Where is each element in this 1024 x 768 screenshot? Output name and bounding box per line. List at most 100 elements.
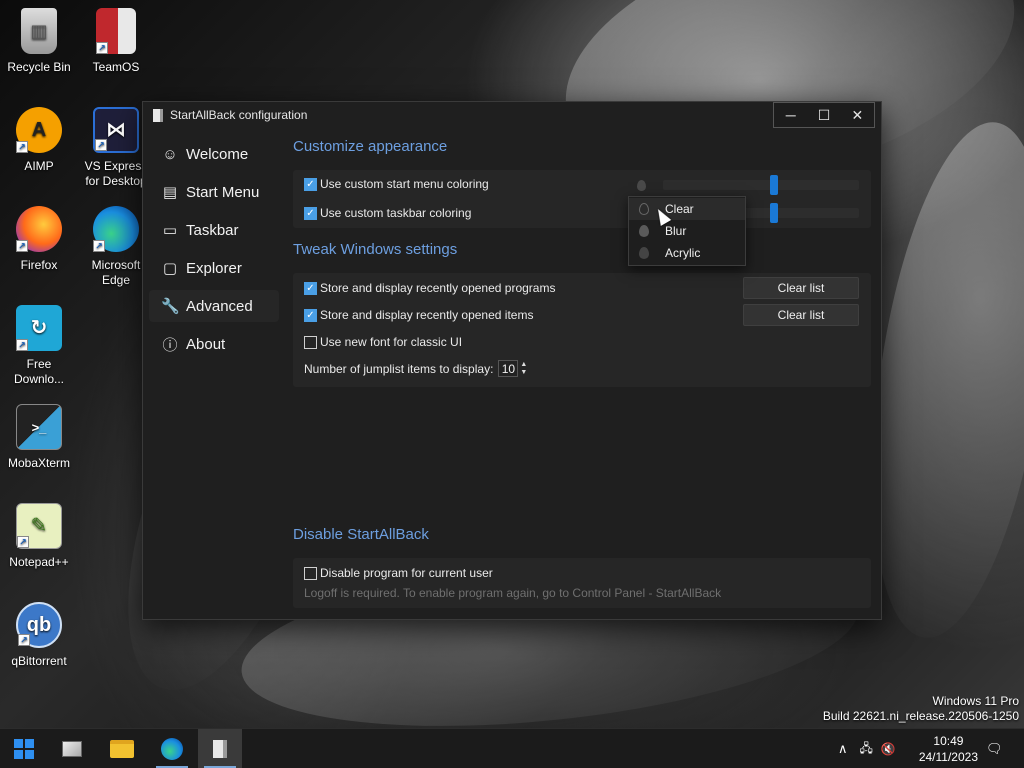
desktop-icon-label: AIMP xyxy=(24,159,54,173)
clock-time: 10:49 xyxy=(933,734,964,748)
desktop-icon-free-download-manager[interactable]: ↻ ↗ Free Downlo... xyxy=(0,305,78,387)
taskbar-edge[interactable] xyxy=(150,729,194,768)
edge-icon xyxy=(161,738,183,760)
shortcut-arrow-icon: ↗ xyxy=(18,634,30,646)
clock-date: 24/11/2023 xyxy=(918,750,978,764)
download-manager-icon: ↻ ↗ xyxy=(16,305,62,351)
sidebar-item-label: Welcome xyxy=(186,145,249,163)
mobaxterm-icon: >_ xyxy=(16,404,62,450)
desktop-icon-firefox[interactable]: ↗ Firefox xyxy=(0,206,78,273)
minimize-button[interactable]: ─ xyxy=(774,103,807,127)
start-button[interactable] xyxy=(2,729,46,768)
desktop-icon-aimp[interactable]: A ↗ AIMP xyxy=(0,107,78,174)
disable-program-checkbox[interactable] xyxy=(304,566,317,580)
desktop-icon-teamos[interactable]: ↗ TeamOS xyxy=(77,8,155,75)
taskbar-file-explorer[interactable] xyxy=(100,729,144,768)
taskbar-slider-thumb[interactable] xyxy=(770,203,778,223)
sidebar-item-taskbar[interactable]: ▭ Taskbar xyxy=(149,214,279,246)
desktop-icon-label: Notepad++ xyxy=(9,555,69,569)
clear-recent-items-button[interactable]: Clear list xyxy=(743,304,859,326)
start-menu-coloring-checkbox[interactable]: ✓ xyxy=(304,177,317,191)
maximize-button[interactable]: ☐ xyxy=(807,103,840,127)
recent-items-row: ✓ Store and display recently opened item… xyxy=(304,308,533,322)
desktop-icon-notepad-plus-plus[interactable]: ✎ ↗ Notepad++ xyxy=(0,503,78,570)
sidebar-item-welcome[interactable]: ☺ Welcome xyxy=(149,138,279,170)
system-tray: ∧ 🖧 🔇 xyxy=(838,729,896,768)
sidebar-item-advanced[interactable]: 🔧 Advanced xyxy=(149,290,279,322)
shortcut-arrow-icon: ↗ xyxy=(16,339,28,351)
info-icon: ⓘ xyxy=(162,336,178,354)
desktop-icon-label: TeamOS xyxy=(92,60,140,74)
shortcut-arrow-icon: ↗ xyxy=(17,536,29,548)
taskbar-clock[interactable]: 10:49 24/11/2023 xyxy=(919,733,978,765)
taskbar-startallback[interactable] xyxy=(198,729,242,768)
checkbox-label: Use new font for classic UI xyxy=(320,335,463,349)
start-menu-slider-thumb[interactable] xyxy=(770,175,778,195)
section-title-appearance: Customize appearance xyxy=(293,138,448,155)
desktop-icon-label: Recycle Bin xyxy=(7,60,71,74)
close-button[interactable]: ✕ xyxy=(841,103,874,127)
sidebar-item-explorer[interactable]: ▢ Explorer xyxy=(149,252,279,284)
desktop-icon-label: Free Downlo... xyxy=(13,357,65,386)
desktop-icon-label: VS Express for Desktop xyxy=(84,159,148,188)
spin-down-icon[interactable]: ▼ xyxy=(520,369,527,377)
shortcut-arrow-icon: ↗ xyxy=(95,139,107,151)
recent-items-checkbox[interactable]: ✓ xyxy=(304,308,317,322)
desktop-icon-qbittorrent[interactable]: qb ↗ qBittorrent xyxy=(0,602,78,669)
dropdown-option-acrylic[interactable]: Acrylic xyxy=(629,242,745,264)
startallback-config-window: StartAllBack configuration ─ ☐ ✕ ☺ Welco… xyxy=(142,101,882,620)
recycle-bin-icon: ▥ xyxy=(21,8,57,54)
acrylic-drop-icon xyxy=(639,247,649,259)
notification-center-button[interactable]: 🗨 xyxy=(986,729,1003,768)
desktop-icon-mobaxterm[interactable]: >_ MobaXterm xyxy=(0,404,78,471)
start-menu-icon: ▤ xyxy=(162,184,178,201)
transparency-drop-icon[interactable] xyxy=(637,180,646,191)
disable-hint-text: Logoff is required. To enable program ag… xyxy=(304,586,722,600)
title-bar[interactable]: StartAllBack configuration ─ ☐ ✕ xyxy=(143,102,881,130)
desktop-icon-label: Firefox xyxy=(20,258,58,272)
spin-up-icon[interactable]: ▲ xyxy=(520,361,527,369)
taskbar-coloring-checkbox[interactable]: ✓ xyxy=(304,206,317,220)
dropdown-option-clear[interactable]: Clear xyxy=(629,198,745,220)
section-title-tweak: Tweak Windows settings xyxy=(293,241,458,258)
desktop-icon-label: Microsoft Edge xyxy=(91,258,141,287)
jumplist-spinner[interactable]: ▲ ▼ xyxy=(520,361,527,377)
checkbox-label: Use custom taskbar coloring xyxy=(320,206,472,220)
startallback-app-icon xyxy=(153,109,163,122)
wrench-icon: 🔧 xyxy=(161,298,180,315)
transparency-dropdown-menu: Clear Blur Acrylic xyxy=(628,196,746,266)
start-menu-color-slider[interactable] xyxy=(663,180,859,190)
smiley-icon: ☺ xyxy=(162,145,178,163)
start-menu-coloring-row: ✓ Use custom start menu coloring xyxy=(304,177,489,191)
dropdown-option-blur[interactable]: Blur xyxy=(629,220,745,242)
volume-muted-icon[interactable]: 🔇 xyxy=(881,742,896,756)
jumplist-count-input[interactable]: 10 xyxy=(498,360,519,377)
task-view-button[interactable] xyxy=(50,729,94,768)
clear-drop-icon xyxy=(639,203,649,215)
sidebar-item-label: Explorer xyxy=(186,259,242,277)
firefox-icon: ↗ xyxy=(16,206,62,252)
visual-studio-icon: ⋈ ↗ xyxy=(93,107,139,153)
window-controls: ─ ☐ ✕ xyxy=(773,102,875,128)
recent-programs-row: ✓ Store and display recently opened prog… xyxy=(304,281,555,295)
windows-watermark: Windows 11 Pro Build 22621.ni_release.22… xyxy=(823,694,1019,724)
startallback-app-icon xyxy=(213,740,227,758)
recent-programs-checkbox[interactable]: ✓ xyxy=(304,281,317,295)
taskbar-icon: ▭ xyxy=(162,222,178,239)
option-label: Clear xyxy=(665,202,694,216)
tray-chevron-icon[interactable]: ∧ xyxy=(838,741,848,757)
windows-edition: Windows 11 Pro xyxy=(932,694,1019,708)
clear-recent-programs-button[interactable]: Clear list xyxy=(743,277,859,299)
network-icon[interactable]: 🖧 xyxy=(860,739,873,760)
sidebar-item-label: Taskbar xyxy=(186,221,239,239)
sidebar-item-label: About xyxy=(186,335,226,353)
sidebar-item-label: Advanced xyxy=(186,297,253,315)
new-font-checkbox[interactable] xyxy=(304,335,317,349)
blur-drop-icon xyxy=(639,225,649,237)
desktop-icon-recycle-bin[interactable]: ▥ Recycle Bin xyxy=(0,8,78,75)
sidebar-item-about[interactable]: ⓘ About xyxy=(149,328,279,360)
checkbox-label: Disable program for current user xyxy=(320,566,493,580)
desktop-icon-label: qBittorrent xyxy=(11,654,67,668)
sidebar-item-start-menu[interactable]: ▤ Start Menu xyxy=(149,176,279,208)
checkbox-label: Use custom start menu coloring xyxy=(320,177,489,191)
